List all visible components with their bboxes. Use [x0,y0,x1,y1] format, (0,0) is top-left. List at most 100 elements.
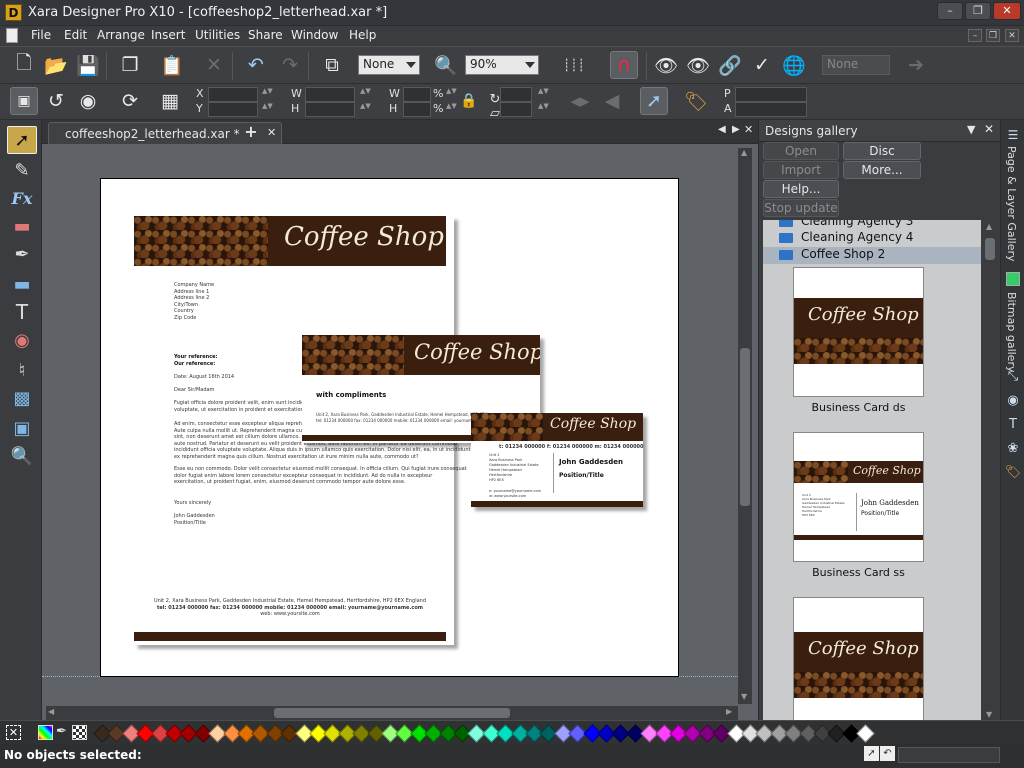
eraser-tool-icon[interactable]: ▬ [7,212,37,240]
scroll-tabs-left-icon[interactable]: ◀ [718,124,726,135]
arrange-icon[interactable]: ⧉ [318,51,346,79]
flip-vertical-icon[interactable]: ◀ [598,87,626,115]
grid-icon[interactable]: ▦ [156,87,184,115]
width-percent-field[interactable] [403,87,431,102]
preview-browser-icon[interactable]: 👁 [684,51,712,79]
menu-edit[interactable]: Edit [64,28,87,42]
maximize-button[interactable]: ❐ [965,2,991,20]
publish-icon[interactable]: 🌐 [780,51,808,79]
photo-tool-icon[interactable]: ▣ [7,414,37,442]
color-swatch[interactable] [856,724,875,743]
horizontal-scrollbar[interactable]: ◀ ▶ [46,706,738,720]
color-gallery-icon[interactable]: ❀ [1004,440,1022,458]
check-icon[interactable]: ✓ [748,51,776,79]
line-gallery-icon[interactable]: ⤡ [1004,368,1022,386]
import-button[interactable]: Import [763,161,839,179]
mdi-close-button[interactable]: ✕ [1005,29,1019,42]
freehand-tool-icon[interactable]: ✎ [7,156,37,184]
redo-icon[interactable]: ↷ [276,51,304,79]
vertical-scrollbar[interactable]: ▲ ▼ [738,148,752,704]
tab-page-layer-gallery[interactable]: Page & Layer Gallery [1005,146,1018,262]
fill-tool-icon[interactable]: ◉ [7,326,37,354]
delete-icon[interactable]: ✕ [200,51,228,79]
menu-arrange[interactable]: Arrange [97,28,145,42]
zoom-tool-icon[interactable]: 🔍 [7,442,37,470]
menu-file[interactable]: File [31,28,51,42]
y-field[interactable] [208,102,258,117]
list-item[interactable]: Coffee Shop 2 [763,247,981,264]
more-button[interactable]: More... [843,161,921,179]
gallery-scroll-thumb[interactable] [985,238,995,260]
rotate-field[interactable] [500,87,532,102]
rectangle-tool-icon[interactable]: ▬ [7,270,37,298]
eyedropper-icon[interactable]: ✒ [56,724,67,739]
zoom-combo[interactable]: 90% [465,55,539,75]
flip-horizontal-icon[interactable]: ◂▸ [566,87,594,115]
preview-icon[interactable]: 👁 [652,51,680,79]
document-icon[interactable] [6,28,18,43]
horizontal-scroll-thumb[interactable] [274,708,510,718]
pointer-icon[interactable]: ➚ [864,746,879,761]
menu-insert[interactable]: Insert [151,28,185,42]
menu-window[interactable]: Window [291,28,338,42]
menu-utilities[interactable]: Utilities [195,28,240,42]
layers-icon[interactable]: ☰ [1004,126,1022,144]
x-field[interactable] [208,87,258,102]
gallery-scrollbar[interactable]: ▲ ▼ [983,220,997,720]
bounds-handles-icon[interactable]: ▣ [10,87,38,115]
shadow-tool-icon[interactable]: ▩ [7,384,37,412]
save-icon[interactable]: 💾 [74,51,102,79]
lock-aspect-icon[interactable]: 🔒 [455,87,483,115]
fx-tool-icon[interactable]: Fx [7,184,37,212]
list-item[interactable]: Cleaning Agency 4 [763,230,981,247]
undo-status-icon[interactable]: ↶ [880,746,895,761]
menu-help[interactable]: Help [349,28,376,42]
document-page[interactable]: Coffee Shop Company Name Address line 1 Ad… [100,178,679,677]
gallery-thumb[interactable]: Coffee Shop Unit 2 Xara Business Park Gadd… [793,432,924,562]
snap-magnet-icon[interactable]: ∩ [610,51,638,79]
stop-update-button[interactable]: Stop update [763,199,839,217]
vertical-scroll-thumb[interactable] [740,348,750,506]
minimize-button[interactable]: – [937,2,963,20]
p-field[interactable] [735,87,807,102]
transform-icon[interactable]: ⟳ [116,87,144,115]
height-percent-field[interactable] [403,102,431,117]
gallery-thumb[interactable]: Coffee Shop [793,597,924,722]
paste-icon[interactable]: 📋 [158,51,186,79]
undo-icon[interactable]: ↶ [242,51,270,79]
width-field[interactable] [305,87,355,102]
fill-bucket-icon[interactable]: ◉ [74,87,102,115]
fill-gallery-icon[interactable]: ◉ [1004,392,1022,410]
open-folder-icon[interactable]: 📂 [42,51,70,79]
tab-bitmap-gallery[interactable]: Bitmap gallery [1005,292,1018,373]
disc-designs-button[interactable]: Disc designs... [843,142,921,174]
business-card[interactable]: Coffee Shop t: 01234 000000 f: 01234 000… [471,413,644,507]
color-editor-icon[interactable] [38,725,53,740]
zoom-icon[interactable]: 🔍 [432,51,460,79]
close-tab-icon[interactable]: ✕ [267,126,276,139]
open-button[interactable]: Open [763,142,839,160]
close-gallery-icon[interactable]: ✕ [984,122,994,136]
menu-share[interactable]: Share [248,28,283,42]
rotate-handles-icon[interactable]: ↺ [42,87,70,115]
gallery-list[interactable]: Cleaning Agency 3 Cleaning Agency 4 Coff… [763,220,981,722]
font-gallery-icon[interactable]: T [1004,416,1022,434]
bitmap-icon[interactable] [1006,272,1020,286]
text-tool-icon[interactable]: T [7,298,37,326]
selection-arrow-icon[interactable]: ➚ [640,87,668,115]
height-field[interactable] [305,102,355,117]
skew-field[interactable] [500,102,532,117]
tag-gallery-icon[interactable]: 🏷 [1004,464,1022,482]
link-icon[interactable]: 🔗 [716,51,744,79]
pattern-swatch[interactable] [72,725,87,740]
app-icon[interactable]: D [5,4,22,21]
new-tab-icon[interactable]: + [242,123,260,141]
help-button[interactable]: Help... [763,180,839,198]
mdi-restore-button[interactable]: ❐ [986,29,1000,42]
gallery-thumb[interactable]: Coffee Shop [793,267,924,397]
close-document-icon[interactable]: ✕ [744,123,753,136]
mdi-minimize-button[interactable]: – [968,29,982,42]
pin-icon[interactable]: ▼ [967,123,975,136]
pen-tool-icon[interactable]: ✒ [7,240,37,268]
scroll-tabs-right-icon[interactable]: ▶ [732,124,740,135]
